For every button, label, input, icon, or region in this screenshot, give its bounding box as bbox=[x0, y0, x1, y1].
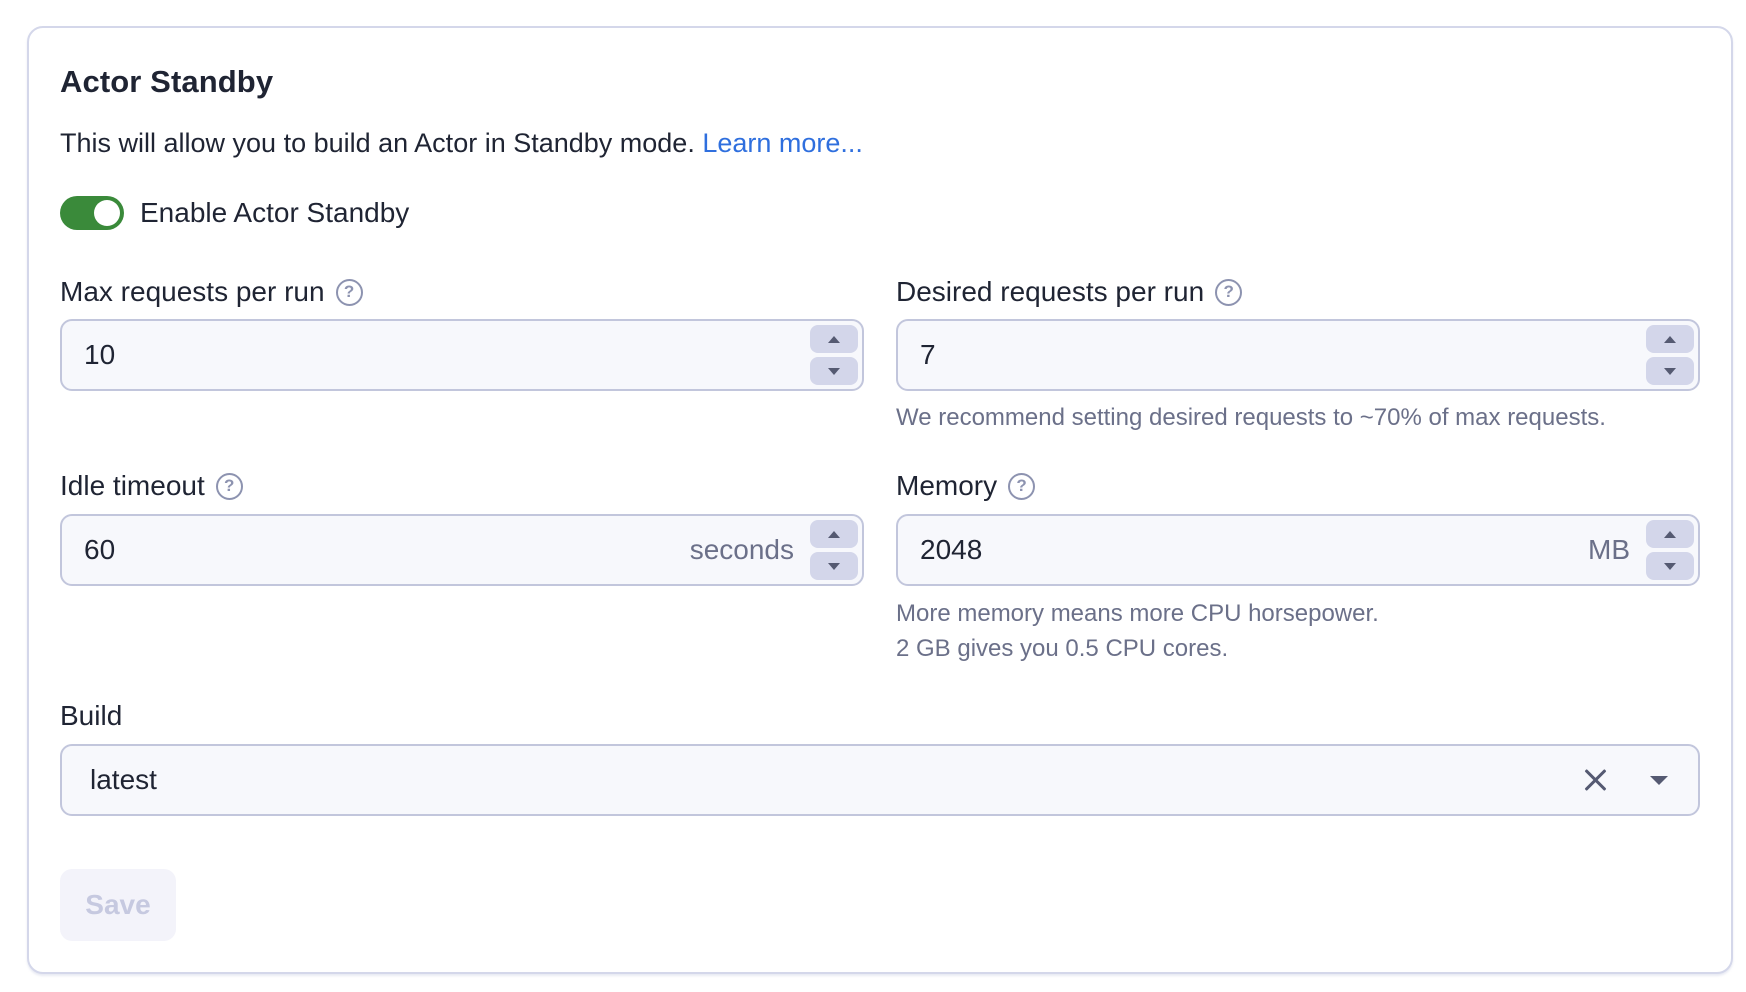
caret-up-icon bbox=[828, 530, 840, 538]
increment-button[interactable] bbox=[810, 520, 858, 548]
max-requests-label: Max requests per run ? bbox=[60, 276, 363, 308]
caret-down-icon bbox=[1664, 562, 1676, 570]
idle-timeout-input[interactable]: 60 seconds bbox=[60, 514, 864, 586]
memory-hint-line-1: More memory means more CPU horsepower. bbox=[896, 600, 1379, 627]
desired-requests-stepper bbox=[1646, 325, 1694, 385]
question-circle-icon[interactable]: ? bbox=[335, 278, 363, 306]
chevron-down-icon[interactable] bbox=[1650, 775, 1668, 785]
increment-button[interactable] bbox=[1646, 520, 1694, 548]
decrement-button[interactable] bbox=[1646, 357, 1694, 385]
clear-icon[interactable] bbox=[1580, 764, 1612, 796]
idle-timeout-label-text: Idle timeout bbox=[60, 470, 205, 501]
enable-standby-label[interactable]: Enable Actor Standby bbox=[140, 197, 409, 229]
memory-unit: MB bbox=[1588, 534, 1630, 565]
memory-input[interactable]: 2048 MB bbox=[896, 514, 1700, 586]
save-button[interactable]: Save bbox=[60, 869, 176, 941]
section-description: This will allow you to build an Actor in… bbox=[60, 128, 863, 159]
description-text: This will allow you to build an Actor in… bbox=[60, 128, 695, 158]
decrement-button[interactable] bbox=[810, 357, 858, 385]
max-requests-stepper bbox=[810, 325, 858, 385]
increment-button[interactable] bbox=[810, 325, 858, 353]
desired-requests-label-text: Desired requests per run bbox=[896, 276, 1205, 307]
idle-timeout-label: Idle timeout ? bbox=[60, 470, 243, 502]
desired-requests-hint: We recommend setting desired requests to… bbox=[896, 404, 1606, 431]
desired-requests-input[interactable]: 7 bbox=[896, 319, 1700, 391]
idle-timeout-unit: seconds bbox=[689, 534, 794, 565]
memory-stepper bbox=[1646, 520, 1694, 580]
increment-button[interactable] bbox=[1646, 325, 1694, 353]
desired-requests-value[interactable]: 7 bbox=[898, 339, 1646, 371]
caret-up-icon bbox=[1664, 530, 1676, 538]
idle-timeout-value[interactable]: 60 bbox=[62, 534, 690, 566]
build-label-text: Build bbox=[60, 700, 123, 731]
enable-standby-toggle[interactable] bbox=[60, 196, 124, 230]
build-select[interactable]: latest bbox=[60, 744, 1700, 816]
max-requests-label-text: Max requests per run bbox=[60, 276, 325, 307]
max-requests-input[interactable]: 10 bbox=[60, 319, 864, 391]
idle-timeout-stepper bbox=[810, 520, 858, 580]
decrement-button[interactable] bbox=[1646, 552, 1694, 580]
memory-label: Memory ? bbox=[896, 470, 1036, 502]
actor-standby-card bbox=[27, 26, 1733, 974]
learn-more-link[interactable]: Learn more... bbox=[702, 128, 863, 158]
build-value[interactable]: latest bbox=[62, 764, 1580, 796]
memory-hint-line-2: 2 GB gives you 0.5 CPU cores. bbox=[896, 635, 1229, 662]
build-label: Build bbox=[60, 700, 122, 732]
section-title: Actor Standby bbox=[60, 64, 274, 99]
decrement-button[interactable] bbox=[810, 552, 858, 580]
desired-requests-label: Desired requests per run ? bbox=[896, 276, 1243, 308]
enable-standby-row: Enable Actor Standby bbox=[60, 196, 409, 230]
toggle-knob bbox=[94, 200, 120, 226]
memory-value[interactable]: 2048 bbox=[898, 534, 1588, 566]
caret-up-icon bbox=[1664, 335, 1676, 343]
max-requests-value[interactable]: 10 bbox=[62, 339, 810, 371]
question-circle-icon[interactable]: ? bbox=[215, 472, 243, 500]
caret-down-icon bbox=[828, 562, 840, 570]
caret-down-icon bbox=[1664, 367, 1676, 375]
caret-up-icon bbox=[828, 335, 840, 343]
memory-hint: More memory means more CPU horsepower. 2… bbox=[896, 596, 1379, 666]
question-circle-icon[interactable]: ? bbox=[1215, 278, 1243, 306]
question-circle-icon[interactable]: ? bbox=[1008, 472, 1036, 500]
memory-label-text: Memory bbox=[896, 470, 998, 501]
caret-down-icon bbox=[828, 367, 840, 375]
